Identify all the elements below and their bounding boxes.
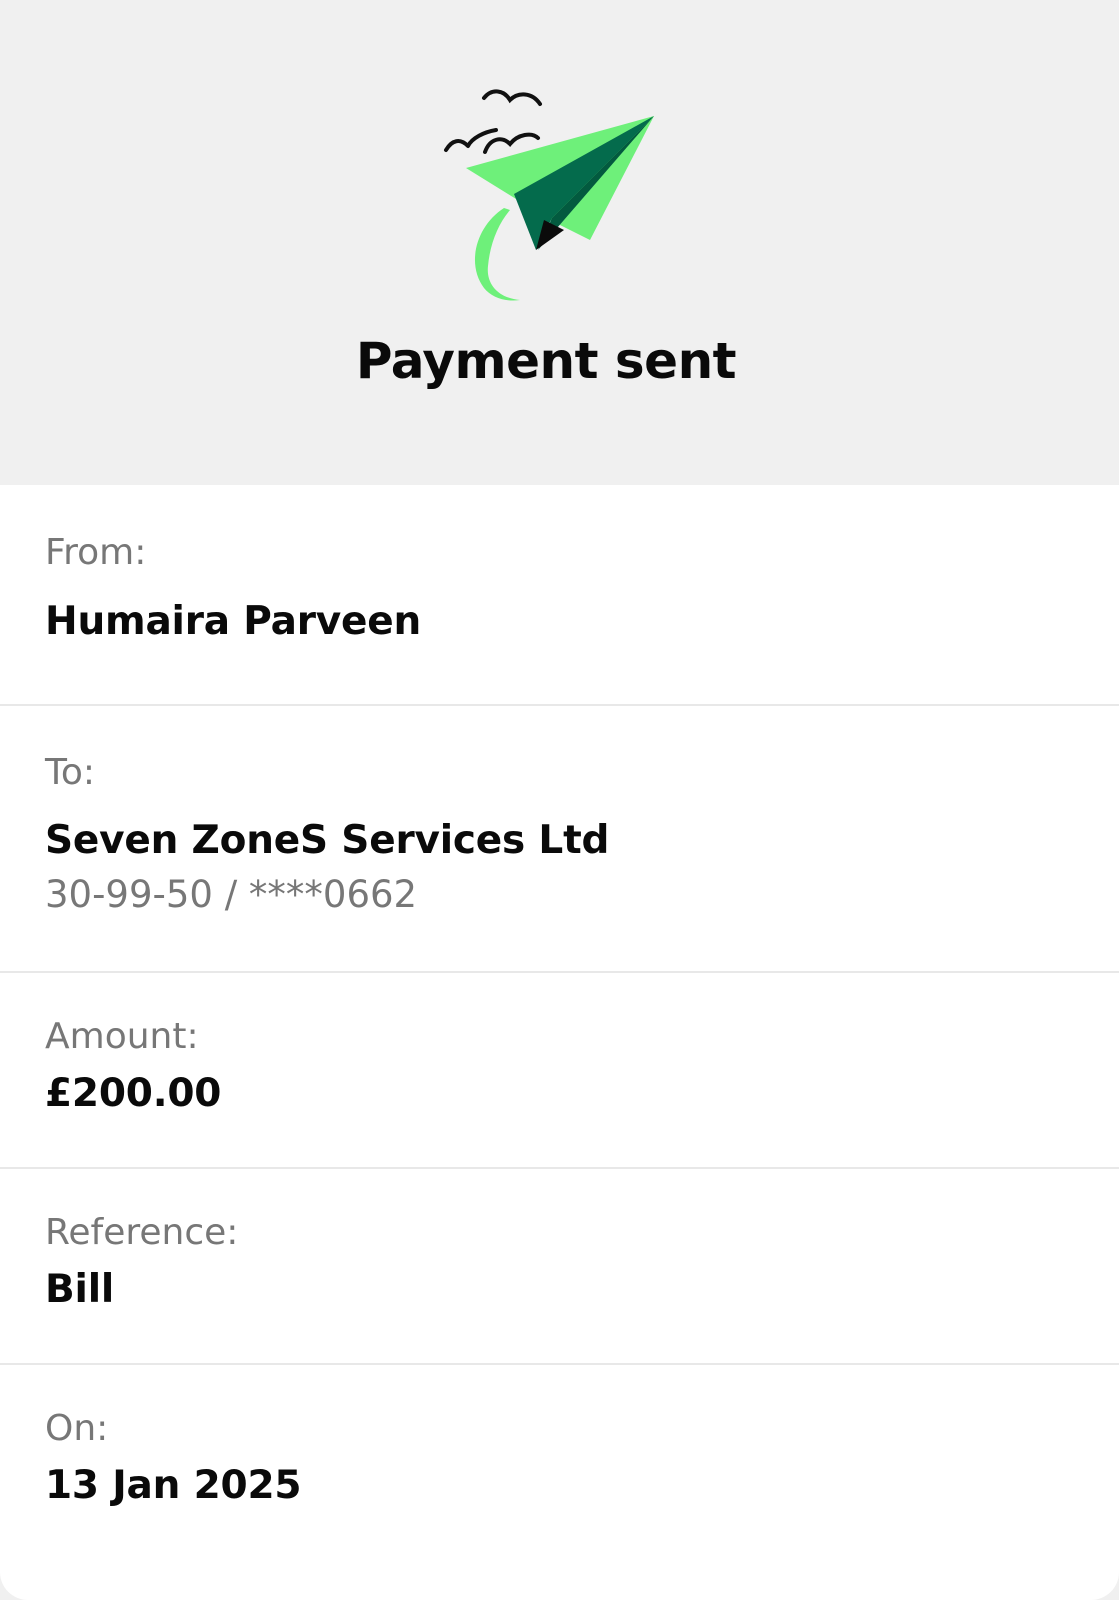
to-row: To: Seven ZoneS Services Ltd 30-99-50 / … <box>0 706 1119 973</box>
amount-row: Amount: £200.00 <box>0 973 1119 1169</box>
trail-icon <box>474 208 520 301</box>
payment-details-card: From: Humaira Parveen To: Seven ZoneS Se… <box>0 485 1119 1600</box>
reference-row: Reference: Bill <box>0 1169 1119 1365</box>
date-value: 13 Jan 2025 <box>45 1463 302 1508</box>
date-label: On: <box>45 1408 109 1449</box>
paper-plane-icon <box>444 89 654 301</box>
payment-sent-header: Payment sent <box>0 0 1119 485</box>
from-row: From: Humaira Parveen <box>0 485 1119 706</box>
bird-icon <box>483 132 540 154</box>
reference-label: Reference: <box>45 1212 239 1253</box>
amount-value: £200.00 <box>45 1071 222 1116</box>
payment-confirmation-screen: Payment sent From: Humaira Parveen To: S… <box>0 0 1119 1600</box>
page-title: Payment sent <box>355 332 737 390</box>
account-details: 30-99-50 / ****0662 <box>45 873 418 916</box>
from-value: Humaira Parveen <box>45 599 422 644</box>
to-label: To: <box>45 752 96 793</box>
bird-icon <box>482 89 542 106</box>
date-row: On: 13 Jan 2025 <box>0 1365 1119 1600</box>
reference-value: Bill <box>45 1267 115 1312</box>
amount-label: Amount: <box>45 1016 199 1057</box>
to-value: Seven ZoneS Services Ltd <box>45 818 610 863</box>
from-label: From: <box>45 532 147 573</box>
